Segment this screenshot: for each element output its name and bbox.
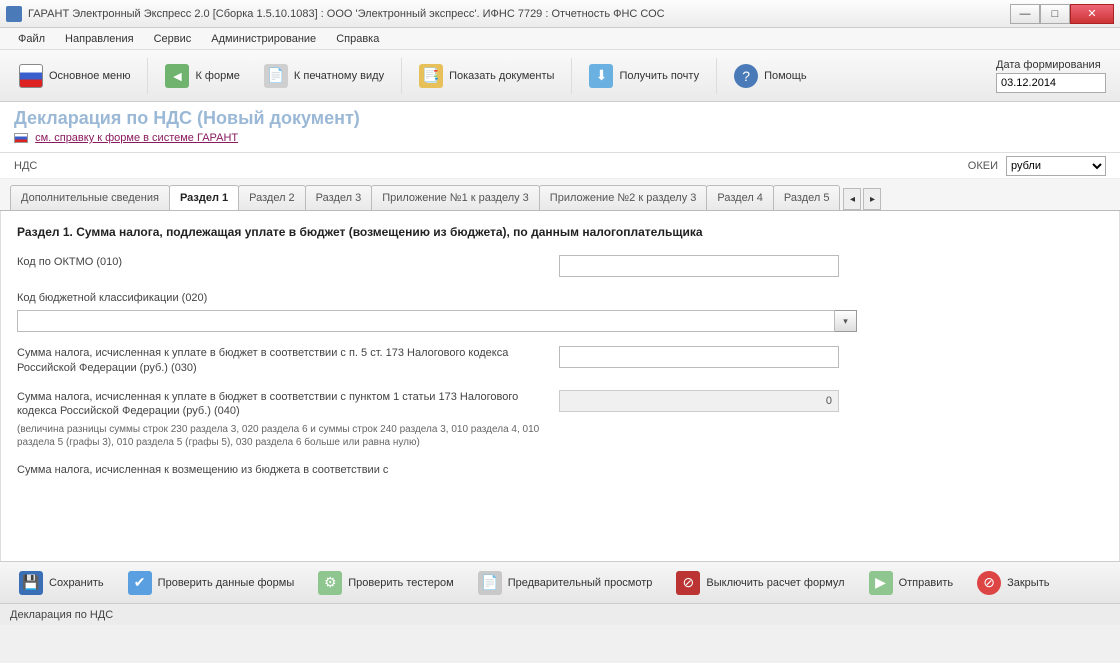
preview-button[interactable]: 📄 Предварительный просмотр — [467, 563, 664, 603]
disable-calc-button[interactable]: ⊘ Выключить расчет формул — [665, 563, 855, 603]
section-title: Раздел 1. Сумма налога, подлежащая уплат… — [17, 225, 1103, 239]
date-label: Дата формирования — [996, 59, 1101, 71]
document-icon: 📄 — [264, 64, 288, 88]
main-menu-button[interactable]: Основное меню — [8, 56, 141, 96]
close-icon: ⊘ — [977, 571, 1001, 595]
flag-icon — [19, 64, 43, 88]
f010-input[interactable] — [559, 255, 839, 277]
preview-icon: 📄 — [478, 571, 502, 595]
help-link-row: см. справку к форме в системе ГАРАНТ — [14, 132, 1106, 144]
window-title: ГАРАНТ Электронный Экспресс 2.0 [Сборка … — [28, 8, 1010, 20]
field-030-row: Сумма налога, исчисленная к уплате в бюд… — [17, 346, 1103, 376]
show-documents-button[interactable]: 📑 Показать документы — [408, 56, 565, 96]
menu-help[interactable]: Справка — [328, 30, 387, 48]
download-icon: ⬇ — [589, 64, 613, 88]
save-icon: 💾 — [19, 571, 43, 595]
f020-dropdown-button[interactable] — [835, 310, 857, 332]
date-panel: Дата формирования — [996, 59, 1112, 93]
f020-input[interactable] — [17, 310, 835, 332]
menu-bar: Файл Направления Сервис Администрировани… — [0, 28, 1120, 50]
f030-label: Сумма налога, исчисленная к уплате в бюд… — [17, 346, 547, 376]
tab-appendix-2-s3[interactable]: Приложение №2 к разделу 3 — [539, 185, 708, 210]
menu-directions[interactable]: Направления — [57, 30, 142, 48]
tab-section-2[interactable]: Раздел 2 — [238, 185, 306, 210]
okei-panel: ОКЕИ рубли — [968, 156, 1106, 176]
toolbar-separator — [401, 58, 402, 94]
f020-label: Код бюджетной классификации (020) — [17, 291, 547, 306]
documents-icon: 📑 — [419, 64, 443, 88]
date-input[interactable] — [996, 73, 1106, 93]
send-button[interactable]: ▶ Отправить — [858, 563, 965, 603]
tab-section-5[interactable]: Раздел 5 — [773, 185, 841, 210]
toolbar-separator — [716, 58, 717, 94]
window-controls: — □ ✕ — [1010, 4, 1114, 24]
arrow-left-icon: ◄ — [165, 64, 189, 88]
tab-scroll: ◂ ▸ — [843, 188, 881, 210]
help-button[interactable]: ? Помощь — [723, 56, 818, 96]
save-button[interactable]: 💾 Сохранить — [8, 563, 115, 603]
to-print-view-button[interactable]: 📄 К печатному виду — [253, 56, 395, 96]
to-form-button[interactable]: ◄ К форме — [154, 56, 250, 96]
f020-combo — [17, 310, 857, 332]
f040-label: Сумма налога, исчисленная к уплате в бюд… — [17, 390, 547, 420]
main-toolbar: Основное меню ◄ К форме 📄 К печатному ви… — [0, 50, 1120, 102]
f050-label: Сумма налога, исчисленная к возмещению и… — [17, 463, 547, 478]
field-040-row: Сумма налога, исчисленная к уплате в бюд… — [17, 390, 1103, 420]
minimize-button[interactable]: — — [1010, 4, 1040, 24]
toolbar-separator — [571, 58, 572, 94]
chevron-down-icon — [843, 315, 848, 327]
window-titlebar: ГАРАНТ Электронный Экспресс 2.0 [Сборка … — [0, 0, 1120, 28]
tab-appendix-1-s3[interactable]: Приложение №1 к разделу 3 — [371, 185, 540, 210]
check-form-button[interactable]: ✔ Проверить данные формы — [117, 563, 306, 603]
get-mail-button[interactable]: ⬇ Получить почту — [578, 56, 710, 96]
okei-select[interactable]: рубли — [1006, 156, 1106, 176]
tab-scroll-right[interactable]: ▸ — [863, 188, 881, 210]
document-title: Декларация по НДС (Новый документ) — [14, 108, 1106, 129]
close-button[interactable]: ✕ — [1070, 4, 1114, 24]
field-020-block: Код бюджетной классификации (020) — [17, 291, 1103, 332]
document-header: Декларация по НДС (Новый документ) см. с… — [0, 102, 1120, 153]
maximize-button[interactable]: □ — [1040, 4, 1070, 24]
field-050-row: Сумма налога, исчисленная к возмещению и… — [17, 463, 1103, 478]
bottom-toolbar: 💾 Сохранить ✔ Проверить данные формы ⚙ П… — [0, 561, 1120, 603]
subheader: НДС ОКЕИ рубли — [0, 153, 1120, 179]
tab-section-4[interactable]: Раздел 4 — [706, 185, 774, 210]
menu-service[interactable]: Сервис — [146, 30, 200, 48]
stop-calc-icon: ⊘ — [676, 571, 700, 595]
tab-strip: Дополнительные сведения Раздел 1 Раздел … — [0, 179, 1120, 211]
send-icon: ▶ — [869, 571, 893, 595]
tab-additional-info[interactable]: Дополнительные сведения — [10, 185, 170, 210]
flag-icon — [14, 133, 28, 143]
nds-label: НДС — [14, 160, 37, 172]
menu-admin[interactable]: Администрирование — [203, 30, 324, 48]
status-bar: Декларация по НДС — [0, 603, 1120, 625]
field-010-row: Код по ОКТМО (010) — [17, 255, 1103, 277]
help-link[interactable]: см. справку к форме в системе ГАРАНТ — [35, 132, 238, 144]
gear-icon: ⚙ — [318, 571, 342, 595]
check-icon: ✔ — [128, 571, 152, 595]
question-icon: ? — [734, 64, 758, 88]
test-button[interactable]: ⚙ Проверить тестером — [307, 563, 464, 603]
status-text: Декларация по НДС — [10, 609, 113, 621]
toolbar-separator — [147, 58, 148, 94]
okei-label: ОКЕИ — [968, 160, 998, 172]
tab-scroll-left[interactable]: ◂ — [843, 188, 861, 210]
tab-section-3[interactable]: Раздел 3 — [305, 185, 373, 210]
menu-file[interactable]: Файл — [10, 30, 53, 48]
close-form-button[interactable]: ⊘ Закрыть — [966, 563, 1060, 603]
f010-label: Код по ОКТМО (010) — [17, 255, 547, 270]
tab-section-1[interactable]: Раздел 1 — [169, 185, 239, 211]
f030-input[interactable] — [559, 346, 839, 368]
f040-input — [559, 390, 839, 412]
app-icon — [6, 6, 22, 22]
form-content: Раздел 1. Сумма налога, подлежащая уплат… — [0, 211, 1120, 561]
f040-note: (величина разницы суммы строк 230 раздел… — [17, 423, 547, 449]
